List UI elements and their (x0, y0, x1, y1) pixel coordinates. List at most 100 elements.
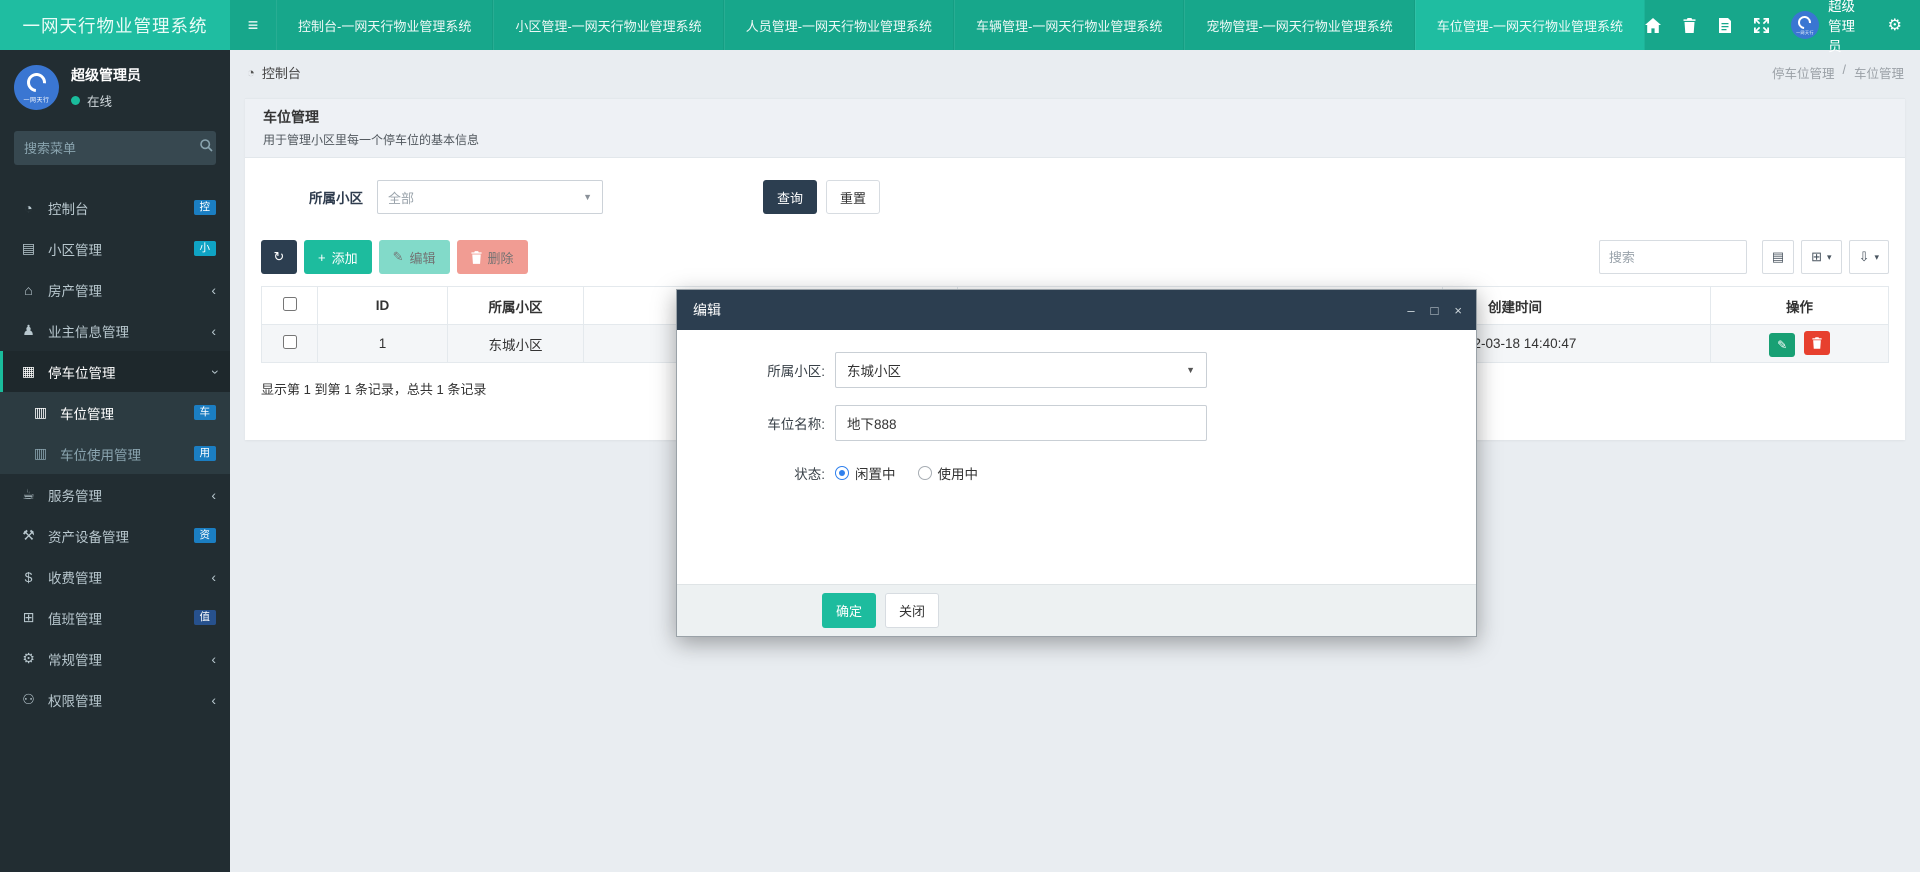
breadcrumb: ◔ 控制台 停车位管理 / 车位管理 (230, 50, 1920, 94)
toolbar-left: ↻ + 添加 ✎ 编辑 删除 (261, 240, 528, 274)
row-edit-button[interactable]: ✎ (1769, 333, 1795, 357)
tab-community[interactable]: 小区管理-一网天行物业管理系统 (493, 0, 723, 50)
detail-view-button[interactable]: ▤ (1762, 240, 1794, 274)
sidebar-item-permission[interactable]: ⚇ 权限管理 ‹ (0, 679, 230, 720)
sidebar-item-label: 收费管理 (48, 567, 102, 587)
header-created: 创建时间 (1443, 287, 1711, 325)
sidebar-item-label: 资产设备管理 (48, 526, 129, 546)
status-field-label: 状态: (677, 463, 825, 483)
cell-created: 2022-03-18 14:40:47 (1443, 325, 1711, 363)
fullscreen-icon[interactable] (1754, 17, 1769, 34)
chevron-left-icon: ‹ (211, 487, 216, 503)
breadcrumb-parent[interactable]: 停车位管理 (1772, 63, 1835, 82)
sidebar-avatar: 一网天行 (14, 65, 59, 110)
sidebar-item-label: 控制台 (48, 198, 89, 218)
radio-option-in-use[interactable]: 使用中 (918, 463, 979, 483)
tab-console[interactable]: 控制台-一网天行物业管理系统 (276, 0, 493, 50)
row-delete-button[interactable] (1804, 331, 1830, 355)
sidebar-item-duty[interactable]: ⊞ 值班管理 值 (0, 597, 230, 638)
user-menu[interactable]: 一网天行 超级管理员 (1791, 0, 1866, 55)
window-tabs: 控制台-一网天行物业管理系统 小区管理-一网天行物业管理系统 人员管理-一网天行… (276, 0, 1645, 50)
community-field-select[interactable]: 东城小区 ▼ (835, 352, 1207, 388)
community-filter-select[interactable]: 全部 ▼ (377, 180, 603, 214)
edit-button[interactable]: ✎ 编辑 (379, 240, 450, 274)
sidebar-item-label: 权限管理 (48, 690, 102, 710)
caret-down-icon: ▾ (1827, 252, 1832, 263)
settings-gear-icon[interactable]: ⚙ (1888, 15, 1902, 35)
sidebar-toggle-button[interactable]: ≡ (230, 0, 276, 50)
search-icon[interactable] (200, 139, 213, 157)
sidebar-item-general[interactable]: ⚙ 常规管理 ‹ (0, 638, 230, 679)
status-field-row: 状态: 闲置中 使用中 (677, 463, 1476, 483)
sidebar-item-dashboard[interactable]: ◔ 控制台 控 (0, 187, 230, 228)
export-icon: ⇩ (1859, 249, 1870, 265)
cogs-icon: ⚙ (18, 650, 39, 667)
maximize-icon[interactable]: □ (1431, 304, 1439, 317)
sidebar-item-fee[interactable]: $ 收费管理 ‹ (0, 556, 230, 597)
home-icon[interactable] (1645, 17, 1661, 34)
space-name-input[interactable] (835, 405, 1207, 441)
tab-vehicle[interactable]: 车辆管理-一网天行物业管理系统 (954, 0, 1184, 50)
sidebar-item-service[interactable]: ☕ 服务管理 ‹ (0, 474, 230, 515)
minimize-icon[interactable]: – (1407, 304, 1414, 317)
online-label: 在线 (87, 91, 112, 110)
person-icon: ♟ (18, 322, 39, 339)
query-button[interactable]: 查询 (763, 180, 817, 214)
select-all-checkbox[interactable] (283, 297, 297, 311)
sidebar-item-parking[interactable]: ▦ 停车位管理 ‹ (0, 351, 230, 392)
sidebar-item-space-manage[interactable]: ▥ 车位管理 车 (0, 392, 230, 433)
sidebar-item-label: 车位管理 (60, 403, 114, 423)
menu-badge: 控 (194, 200, 217, 216)
refresh-button[interactable]: ↻ (261, 240, 297, 274)
sidebar-item-community[interactable]: ▤ 小区管理 小 (0, 228, 230, 269)
tab-personnel[interactable]: 人员管理-一网天行物业管理系统 (724, 0, 954, 50)
confirm-button[interactable]: 确定 (822, 593, 876, 628)
tab-pet[interactable]: 宠物管理-一网天行物业管理系统 (1184, 0, 1414, 50)
avatar-logo-arc (23, 69, 50, 96)
chevron-left-icon: ‹ (211, 323, 216, 339)
reset-button[interactable]: 重置 (826, 180, 880, 214)
panel-heading: 车位管理 用于管理小区里每一个停车位的基本信息 (245, 99, 1905, 158)
columns-dropdown-button[interactable]: ⊞ ▾ (1801, 240, 1841, 274)
space-name-field-label: 车位名称: (677, 413, 825, 433)
community-field-row: 所属小区: 东城小区 ▼ (677, 352, 1476, 388)
user-avatar: 一网天行 (1791, 11, 1819, 39)
row-checkbox[interactable] (283, 335, 297, 349)
chevron-left-icon: ‹ (211, 569, 216, 585)
dialog-controls: – □ × (1407, 304, 1462, 317)
sidebar-item-owner-info[interactable]: ♟ 业主信息管理 ‹ (0, 310, 230, 351)
sidebar-item-label: 小区管理 (48, 239, 102, 259)
tab-parking-space[interactable]: 车位管理-一网天行物业管理系统 (1415, 0, 1645, 50)
log-icon[interactable] (1718, 17, 1732, 34)
add-button[interactable]: + 添加 (304, 240, 372, 274)
radio-label: 闲置中 (855, 463, 896, 483)
chevron-left-icon: ‹ (211, 692, 216, 708)
trash-icon[interactable] (1683, 17, 1696, 34)
sidebar-item-property[interactable]: ⌂ 房产管理 ‹ (0, 269, 230, 310)
close-icon[interactable]: × (1454, 304, 1462, 317)
space-name-field-row: 车位名称: (677, 405, 1476, 441)
menu-badge: 资 (194, 528, 217, 544)
close-button[interactable]: 关闭 (885, 593, 939, 628)
community-filter-label: 所属小区 (309, 187, 363, 207)
delete-button[interactable]: 删除 (457, 240, 528, 274)
house-icon: ⌂ (18, 282, 39, 298)
menu-badge: 车 (194, 405, 217, 421)
table-search-input[interactable] (1599, 240, 1747, 274)
users-icon: ⚇ (18, 691, 39, 708)
radio-option-idle[interactable]: 闲置中 (835, 463, 896, 483)
sidebar-search-input[interactable] (24, 141, 200, 156)
sidebar-item-label: 停车位管理 (48, 362, 116, 382)
sidebar-item-space-usage[interactable]: ▥ 车位使用管理 用 (0, 433, 230, 474)
dashboard-icon: ◔ (18, 200, 39, 216)
app-brand[interactable]: 一网天行物业管理系统 (0, 0, 230, 50)
export-dropdown-button[interactable]: ⇩ ▾ (1849, 240, 1889, 274)
dollar-icon: $ (18, 569, 39, 585)
dialog-titlebar[interactable]: 编辑 – □ × (677, 290, 1476, 330)
columns-grid-icon: ⊞ (1811, 249, 1822, 265)
breadcrumb-left[interactable]: ◔ 控制台 (247, 63, 301, 82)
sidebar-user-panel: 一网天行 超级管理员 在线 (0, 50, 230, 123)
breadcrumb-separator: / (1843, 63, 1846, 82)
sidebar-item-asset[interactable]: ⚒ 资产设备管理 资 (0, 515, 230, 556)
sidebar-user-name: 超级管理员 (71, 65, 141, 85)
